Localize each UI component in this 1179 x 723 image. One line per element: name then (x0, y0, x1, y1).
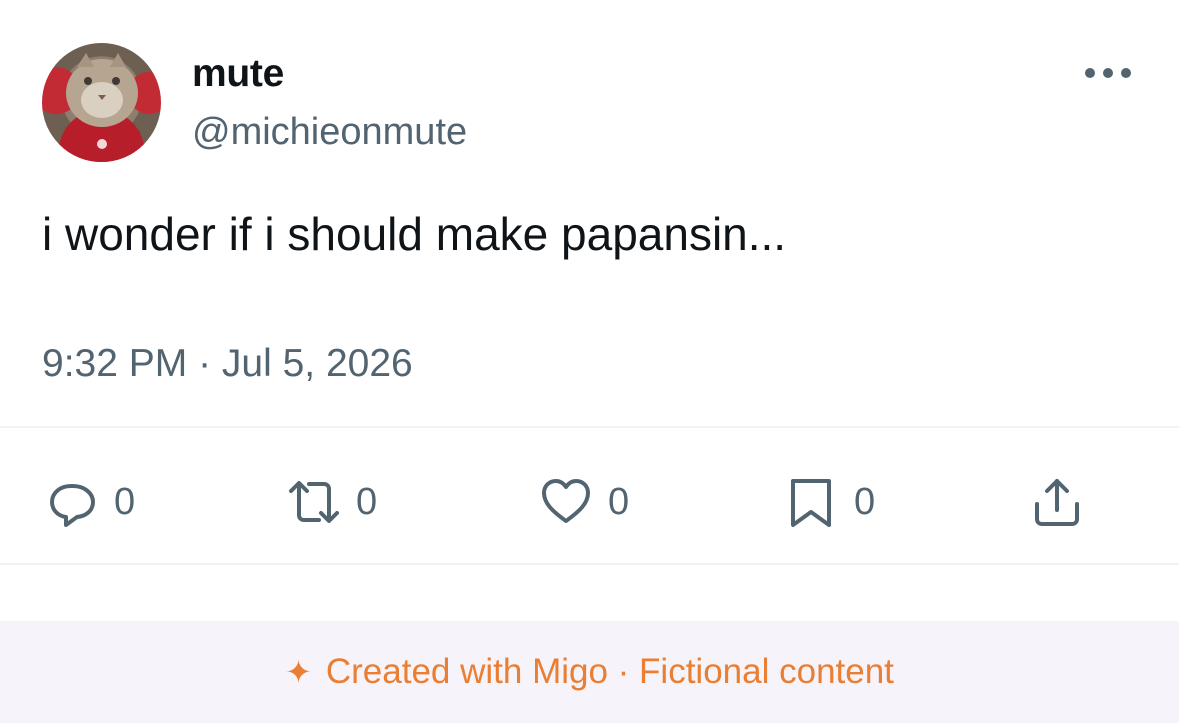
share-action[interactable] (1029, 474, 1085, 530)
share-icon (1035, 479, 1079, 526)
footer-banner: ✦ Created with Migo · Fictional content (0, 621, 1179, 723)
like-action[interactable]: 0 (538, 474, 629, 530)
footer-text: Created with Migo · Fictional content (325, 652, 894, 691)
top-divider (0, 426, 1179, 428)
bookmark-icon (791, 479, 831, 527)
tweet-timestamp[interactable]: 9:32 PM · Jul 5, 2026 (42, 341, 413, 387)
user-handle[interactable]: @michieonmute (192, 109, 467, 155)
cat-avatar-icon (63, 53, 141, 162)
more-options-icon[interactable] (1084, 66, 1132, 80)
reply-count: 0 (114, 481, 136, 523)
avatar[interactable] (42, 43, 161, 162)
retweet-action[interactable]: 0 (286, 474, 377, 530)
reply-action[interactable]: 0 (44, 474, 135, 530)
bookmark-action[interactable]: 0 (784, 474, 875, 530)
sparkle-icon: ✦ (285, 654, 312, 690)
bottom-divider (0, 563, 1179, 565)
bookmark-count: 0 (854, 481, 876, 523)
like-count: 0 (608, 481, 630, 523)
heart-icon (542, 479, 590, 523)
reply-icon (50, 484, 95, 527)
tweet-text: i wonder if i should make papansin... (42, 208, 787, 260)
retweet-count: 0 (356, 481, 378, 523)
display-name[interactable]: mute (192, 51, 284, 97)
retweet-icon (289, 481, 339, 523)
